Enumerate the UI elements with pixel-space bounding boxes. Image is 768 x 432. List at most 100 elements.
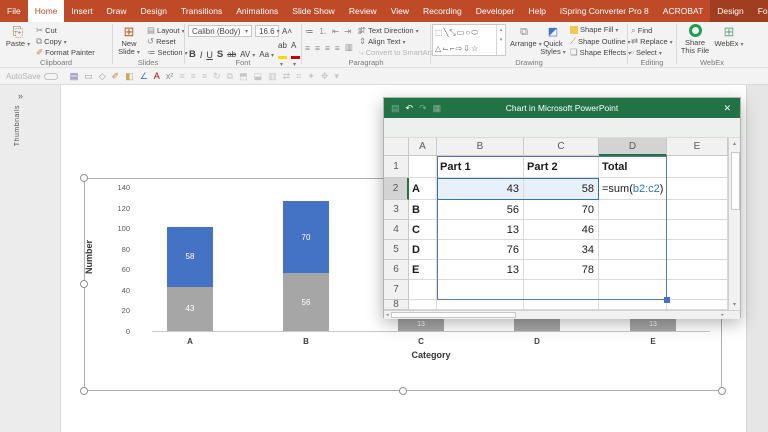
cut-button[interactable]: ✂ Cut bbox=[36, 25, 57, 36]
cell-B3[interactable]: 56 bbox=[437, 200, 524, 220]
row-header-5[interactable]: 5 bbox=[384, 240, 409, 260]
cell-A1[interactable] bbox=[409, 156, 437, 178]
cell-D7[interactable] bbox=[599, 280, 667, 300]
tab-draw[interactable]: Draw bbox=[100, 0, 134, 22]
arrange-button[interactable]: ⧉ Arrange bbox=[510, 24, 538, 49]
find-button[interactable]: ⌕ Find bbox=[631, 25, 652, 36]
cell-B1[interactable]: Part 1 bbox=[437, 156, 524, 178]
tab-slide-show[interactable]: Slide Show bbox=[285, 0, 342, 22]
cell-D3[interactable] bbox=[599, 200, 667, 220]
shape-effects-button[interactable]: ❏ Shape Effects bbox=[570, 47, 631, 58]
tab-view[interactable]: View bbox=[384, 0, 416, 22]
align-left-icon[interactable]: ≡ bbox=[305, 43, 310, 53]
numbering-icon[interactable]: ⒈ bbox=[319, 25, 328, 37]
icon[interactable]: △ bbox=[435, 42, 441, 56]
save-icon[interactable]: ▤ bbox=[70, 69, 79, 84]
convert-smartart-button[interactable]: ⤷ Convert to SmartArt bbox=[359, 47, 437, 58]
cell-A5[interactable]: D bbox=[409, 240, 437, 260]
bring-forward-icon[interactable]: ⬒ bbox=[239, 69, 248, 84]
format-painter-icon[interactable]: ✐ bbox=[112, 69, 120, 84]
copy-button[interactable]: ⧉ Copy bbox=[36, 36, 67, 47]
scroll-down-icon[interactable]: ▾ bbox=[733, 301, 736, 308]
animate-icon[interactable]: ✥ bbox=[321, 69, 329, 84]
col-header-A[interactable]: A bbox=[409, 138, 437, 156]
horizontal-scroll-thumb[interactable] bbox=[391, 312, 516, 318]
col-header-E[interactable]: E bbox=[667, 138, 728, 156]
distribute-icon[interactable]: ⇄ bbox=[283, 69, 291, 84]
col-header-B[interactable]: B bbox=[437, 138, 524, 156]
icon[interactable]: ○ bbox=[465, 26, 470, 40]
font-name-select[interactable]: Calibri (Body) bbox=[188, 25, 252, 37]
cell-C1[interactable]: Part 2 bbox=[524, 156, 599, 178]
row-header-4[interactable]: 4 bbox=[384, 220, 409, 240]
align-left-icon[interactable]: ≡ bbox=[179, 69, 184, 84]
cell-A4[interactable]: C bbox=[409, 220, 437, 240]
cell-D8[interactable] bbox=[599, 300, 667, 310]
resize-handle-bottom-center[interactable] bbox=[399, 387, 407, 395]
tab-home[interactable]: Home bbox=[27, 0, 65, 22]
icon[interactable]: ╲ bbox=[444, 26, 449, 40]
cell-B6[interactable]: 13 bbox=[437, 260, 524, 280]
cell-A8[interactable] bbox=[409, 300, 437, 310]
row-header-7[interactable]: 7 bbox=[384, 280, 409, 300]
cell-A2[interactable]: A bbox=[409, 178, 437, 200]
icon[interactable]: ☆ bbox=[471, 42, 478, 56]
col-header-D[interactable]: D bbox=[599, 138, 667, 156]
tab-design[interactable]: Design bbox=[134, 0, 174, 22]
group-icon[interactable]: ⧉ bbox=[227, 69, 233, 84]
cell-B5[interactable]: 76 bbox=[437, 240, 524, 260]
vertical-scroll-thumb[interactable] bbox=[731, 152, 740, 210]
shapes-gallery[interactable]: ⬚ ╲ ⤡ ▭ ○ ⬭ △ ⌙ ⌐ ⇨ ⇩ ☆ ▴ ▾ bbox=[432, 24, 506, 56]
close-icon[interactable]: ✕ bbox=[714, 103, 740, 114]
tab-help[interactable]: Help bbox=[521, 0, 552, 22]
icon[interactable]: ⌐ bbox=[450, 42, 455, 56]
select-button[interactable]: ▫ Select bbox=[631, 47, 662, 57]
shape-fill-button[interactable]: Shape Fill bbox=[570, 25, 618, 34]
cell-D5[interactable] bbox=[599, 240, 667, 260]
tab-file[interactable]: File bbox=[0, 0, 28, 22]
tab-developer[interactable]: Developer bbox=[469, 0, 522, 22]
row-header-2[interactable]: 2 bbox=[384, 178, 409, 200]
scroll-right-icon[interactable]: ▸ bbox=[721, 312, 724, 318]
autosave-toggle[interactable]: AutoSave bbox=[0, 72, 64, 81]
align-center-icon[interactable]: ≡ bbox=[315, 43, 320, 53]
cell-C6[interactable]: 78 bbox=[524, 260, 599, 280]
row-header-1[interactable]: 1 bbox=[384, 156, 409, 178]
cell-B2[interactable]: 43 bbox=[437, 178, 524, 200]
resize-handle-bottom-right[interactable] bbox=[718, 387, 726, 395]
resize-handle-mid-left[interactable] bbox=[80, 280, 88, 288]
layout-button[interactable]: ▤ Layout bbox=[147, 25, 185, 36]
cell-D1[interactable]: Total bbox=[599, 156, 667, 178]
cell-D6[interactable] bbox=[599, 260, 667, 280]
icon[interactable]: ⌙ bbox=[442, 42, 449, 56]
cell-E2[interactable] bbox=[667, 178, 728, 200]
format-painter-button[interactable]: ✐ Format Painter bbox=[36, 47, 95, 58]
paste-button[interactable]: ⎘ Paste bbox=[3, 24, 33, 49]
tab-ispring[interactable]: iSpring Converter Pro 8 bbox=[553, 0, 656, 22]
bullets-icon[interactable]: ≔ bbox=[305, 26, 314, 37]
increase-indent-icon[interactable]: ⇥ bbox=[344, 26, 351, 37]
cell-C8[interactable] bbox=[524, 300, 599, 310]
send-backward-icon[interactable]: ⬓ bbox=[254, 69, 263, 84]
tab-acrobat[interactable]: ACROBAT bbox=[656, 0, 710, 22]
cell-A6[interactable]: E bbox=[409, 260, 437, 280]
cell-C2[interactable]: 58 bbox=[524, 178, 599, 200]
cell-C4[interactable]: 46 bbox=[524, 220, 599, 240]
superscript-icon[interactable]: x² bbox=[166, 69, 174, 84]
columns-icon[interactable]: ▥ bbox=[268, 69, 277, 84]
new-slide-icon[interactable]: ▭ bbox=[84, 69, 93, 84]
expand-panel-icon[interactable]: » bbox=[18, 91, 23, 101]
scroll-up-icon[interactable]: ▴ bbox=[733, 140, 736, 147]
align-right-icon[interactable]: ≡ bbox=[325, 43, 330, 53]
justify-icon[interactable]: ≡ bbox=[335, 43, 340, 53]
icon[interactable]: ▭ bbox=[457, 26, 465, 40]
icon[interactable]: ⤡ bbox=[449, 26, 455, 40]
shape-outline-button[interactable]: ⟋ Shape Outline bbox=[570, 36, 631, 47]
tab-chart-format[interactable]: Format bbox=[750, 0, 768, 22]
webex-button[interactable]: ⊞ WebEx bbox=[714, 24, 744, 49]
more-icon[interactable]: ▾ bbox=[334, 69, 339, 84]
gallery-scrollbar[interactable]: ▴ ▾ bbox=[496, 25, 505, 55]
cell-D2-formula-edit[interactable]: =sum(b2:c2) bbox=[599, 178, 667, 200]
cell-D4[interactable] bbox=[599, 220, 667, 240]
resize-handle-bottom-left[interactable] bbox=[80, 387, 88, 395]
